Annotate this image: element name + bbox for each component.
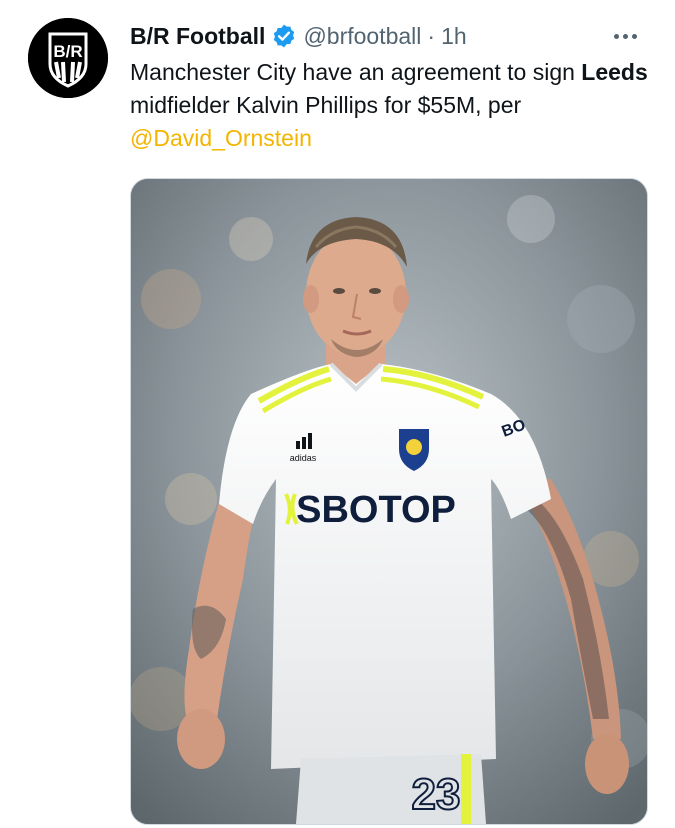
kit-brand-label: adidas xyxy=(290,453,317,463)
verified-badge-icon xyxy=(271,23,297,49)
br-logo-icon: B/R xyxy=(28,18,108,98)
tweet-header: B/R Football @brfootball · 1h xyxy=(130,18,645,54)
avatar-logo-text: B/R xyxy=(53,42,82,61)
tweet-text-part2: midfielder Kalvin Phillips for $55M, per xyxy=(130,92,522,118)
tweet-text-bold: Leeds xyxy=(581,59,648,85)
author-name[interactable]: B/R Football xyxy=(130,23,265,50)
tweet-card: B/R B/R Football @brfootball · 1h Manche… xyxy=(0,0,675,828)
shorts-number: 23 xyxy=(412,770,461,819)
player-photo: adidas SBOTOP BO 23 xyxy=(131,179,647,824)
more-options-button[interactable] xyxy=(605,22,645,50)
more-dots-icon xyxy=(613,33,619,39)
tweet-text: Manchester City have an agreement to sig… xyxy=(130,56,650,155)
tweet-text-part1: Manchester City have an agreement to sig… xyxy=(130,59,582,85)
separator-dot: · xyxy=(427,22,436,49)
more-dots-icon xyxy=(622,33,628,39)
tweet-timestamp[interactable]: 1h xyxy=(441,23,467,50)
avatar[interactable]: B/R xyxy=(28,18,108,98)
shirt-sponsor-text: SBOTOP xyxy=(296,489,456,531)
mention-link[interactable]: @David_Ornstein xyxy=(130,125,312,151)
tweet-photo[interactable]: adidas SBOTOP BO 23 xyxy=(130,178,648,825)
author-handle[interactable]: @brfootball xyxy=(303,23,421,50)
more-dots-icon xyxy=(631,33,637,39)
